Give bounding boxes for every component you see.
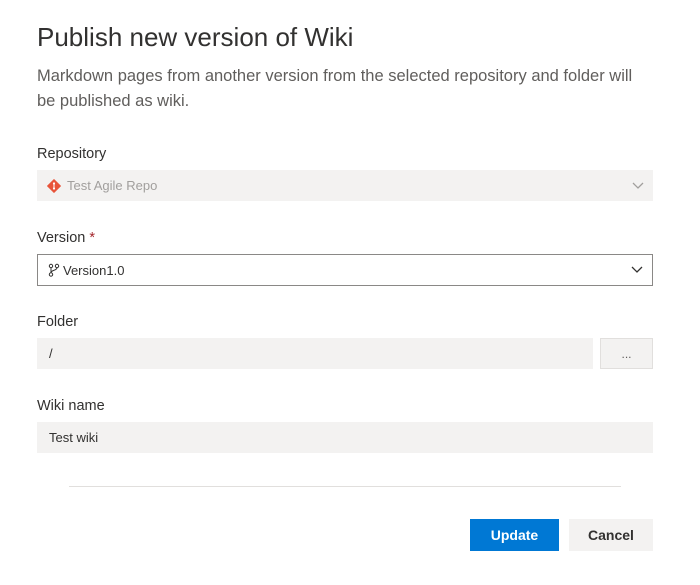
folder-path-field[interactable]: / [37, 338, 593, 369]
version-label-text: Version [37, 230, 86, 246]
repository-dropdown: Test Agile Repo [37, 170, 653, 201]
folder-value: / [49, 346, 53, 361]
git-repo-icon [47, 178, 61, 193]
dialog-title: Publish new version of Wiki [37, 22, 354, 52]
repository-label: Repository [37, 146, 107, 162]
repository-value: Test Agile Repo [67, 178, 158, 193]
divider [69, 486, 621, 487]
chevron-down-icon [622, 255, 652, 286]
cancel-button[interactable]: Cancel [569, 519, 653, 551]
publish-wiki-dialog: Publish new version of Wiki Markdown pag… [0, 0, 700, 585]
wiki-name-input[interactable]: Test wiki [37, 422, 653, 453]
wiki-name-value: Test wiki [49, 430, 99, 445]
version-label: Version * [37, 230, 95, 246]
version-value: Version1.0 [63, 262, 125, 278]
dialog-description: Markdown pages from another version from… [37, 67, 633, 110]
browse-folder-button[interactable]: ... [600, 338, 653, 369]
chevron-down-icon [623, 170, 653, 201]
version-dropdown[interactable]: Version1.0 [37, 254, 653, 286]
wiki-name-label: Wiki name [37, 398, 105, 414]
branch-icon [48, 263, 60, 277]
required-indicator: * [89, 230, 96, 246]
folder-label: Folder [37, 314, 79, 330]
update-button[interactable]: Update [470, 519, 559, 551]
